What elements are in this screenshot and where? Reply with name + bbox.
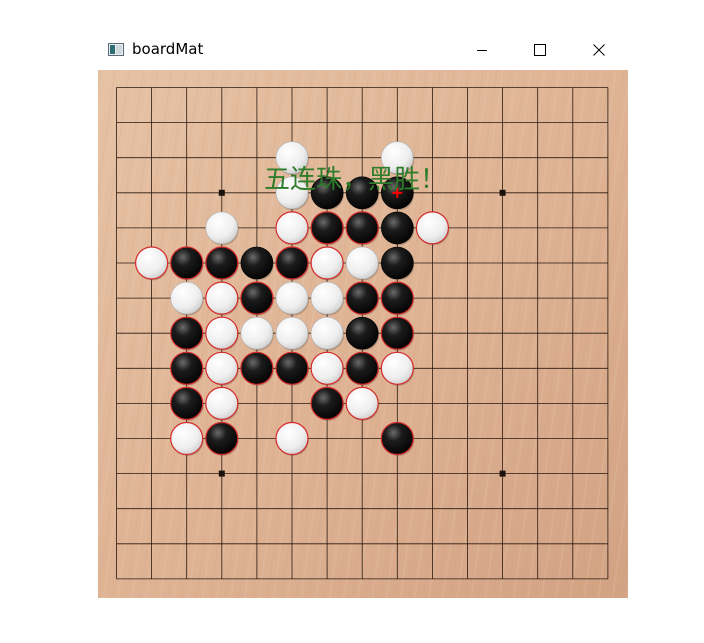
title-bar[interactable]: boardMat xyxy=(98,30,628,70)
close-button[interactable] xyxy=(576,30,622,70)
maximize-icon xyxy=(534,44,546,56)
maximize-button[interactable] xyxy=(517,30,563,70)
app-window: boardMat 五连珠，黑胜！ xyxy=(98,30,628,598)
star-point xyxy=(218,470,225,477)
app-icon xyxy=(108,43,124,56)
star-point xyxy=(499,470,506,477)
star-point xyxy=(499,189,506,196)
minimize-icon xyxy=(477,50,487,51)
board-area[interactable]: 五连珠，黑胜！ xyxy=(98,70,628,598)
gomoku-board[interactable] xyxy=(98,70,628,598)
window-title: boardMat xyxy=(132,40,204,58)
close-icon xyxy=(593,44,605,56)
star-point xyxy=(218,189,225,196)
minimize-button[interactable] xyxy=(459,30,505,70)
